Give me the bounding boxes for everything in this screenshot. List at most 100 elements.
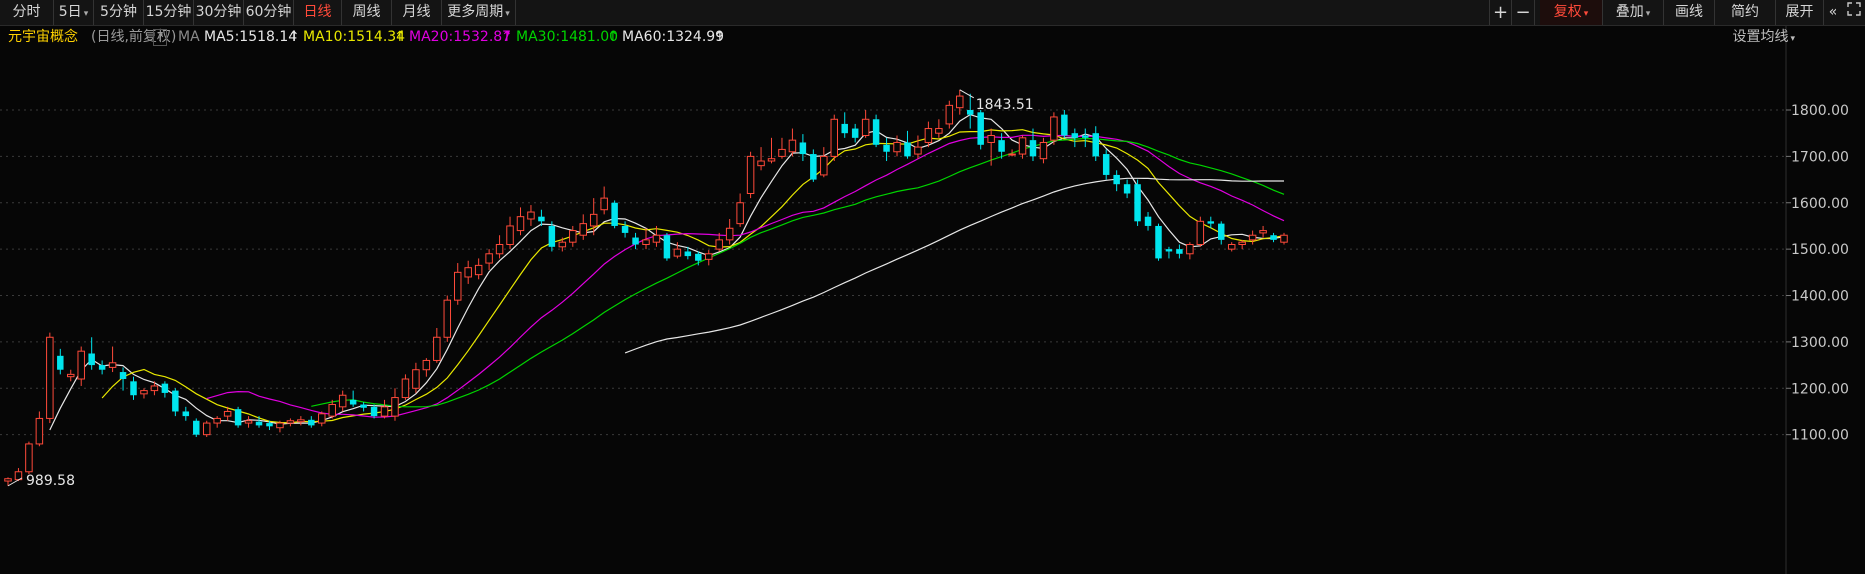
ma5-line: [49, 113, 1285, 431]
candle-body: [464, 267, 472, 278]
candle-body: [527, 211, 535, 220]
candle: [1039, 137, 1048, 164]
candle-body: [297, 419, 305, 423]
candle-body: [1227, 244, 1236, 250]
candle: [474, 258, 483, 280]
toolbar-button-2[interactable]: 画线: [1664, 0, 1715, 25]
candle: [1061, 110, 1068, 138]
candle-body: [872, 119, 880, 145]
candle: [746, 151, 755, 199]
candle-body: [193, 420, 200, 435]
candle: [757, 147, 765, 171]
candle-body: [1270, 235, 1277, 240]
toolbar-button-label: 叠加: [1615, 4, 1644, 20]
candle-body: [705, 253, 713, 260]
candle-body: [810, 154, 817, 180]
candle-body: [1176, 249, 1183, 254]
candle-body: [35, 417, 44, 445]
candle-body: [1144, 216, 1152, 226]
moving-average-lines: [49, 113, 1285, 431]
candle: [1029, 128, 1037, 162]
fullscreen-icon[interactable]: [1843, 0, 1865, 25]
candle-body: [150, 385, 159, 392]
candle: [1050, 112, 1058, 145]
toolbar-button-0[interactable]: 复权 ▾: [1540, 0, 1603, 25]
period-tab-6[interactable]: 日线: [294, 0, 342, 25]
candle: [1280, 232, 1288, 245]
candle-body: [841, 123, 848, 134]
candle-body: [579, 223, 587, 236]
y-tick-label: 1200.00: [1791, 381, 1849, 397]
candle: [360, 402, 367, 412]
candle: [1155, 223, 1162, 261]
toolbar-button-1[interactable]: 叠加 ▾: [1603, 0, 1664, 25]
candle-body: [893, 141, 901, 153]
y-tick-label: 1600.00: [1791, 196, 1849, 212]
double-chevron-left-icon[interactable]: «: [1824, 0, 1842, 25]
ma-label: MA: [178, 29, 200, 45]
period-tab-label: 60分钟: [245, 4, 292, 20]
toolbar-button-4[interactable]: 展开: [1776, 0, 1824, 25]
candle: [1218, 221, 1225, 245]
candle: [830, 114, 839, 162]
candle-body: [223, 410, 232, 417]
candle-body: [767, 158, 776, 162]
toolbar-button-label: 画线: [1675, 4, 1703, 20]
candle: [35, 411, 44, 447]
ma20-line: [206, 134, 1285, 418]
candle-body: [569, 230, 577, 243]
zoom-out-button[interactable]: −: [1512, 0, 1535, 25]
candle: [579, 214, 587, 240]
candle: [318, 411, 326, 427]
candle-body: [1165, 249, 1173, 252]
candle: [914, 135, 922, 159]
chevron-down-icon: ▾: [1583, 9, 1589, 19]
period-tab-8[interactable]: 月线: [392, 0, 442, 25]
period-tab-label: 更多周期: [447, 4, 504, 20]
y-tick-label: 1800.00: [1791, 103, 1849, 119]
candle-body: [474, 264, 483, 276]
candle: [98, 360, 106, 375]
ma-settings-button[interactable]: 设置均线 ▾: [1732, 26, 1795, 48]
candle-body: [380, 406, 389, 417]
index-name[interactable]: 元宇宙概念: [8, 26, 78, 48]
period-tab-3[interactable]: 15分钟: [144, 0, 194, 25]
candle: [338, 390, 347, 412]
candle: [485, 249, 493, 271]
period-tab-1[interactable]: 5日 ▾: [54, 0, 94, 25]
candle: [391, 388, 399, 421]
candle: [538, 209, 545, 226]
candle: [904, 130, 911, 159]
candle-body: [684, 251, 692, 257]
candle-body: [851, 128, 859, 138]
candle: [1259, 225, 1267, 238]
candle-body: [130, 381, 137, 396]
min-price-label: 989.58: [26, 473, 75, 489]
candle-body: [443, 299, 452, 338]
candle-body: [1196, 220, 1205, 246]
period-tab-5[interactable]: 60分钟: [244, 0, 294, 25]
candle-body: [642, 239, 650, 246]
candle: [663, 232, 671, 261]
candle: [1186, 242, 1194, 260]
kline-chart[interactable]: 1100.00 1200.00 1300.00 1400.00 1500.00 1600.…: [0, 0, 1865, 574]
candle: [46, 332, 54, 424]
toolbar-button-3[interactable]: 简约: [1715, 0, 1776, 25]
period-tab-9[interactable]: 更多周期 ▾: [442, 0, 516, 25]
candle-body: [77, 350, 85, 380]
candle-body: [422, 359, 431, 371]
candle-body: [516, 216, 525, 232]
candle: [1134, 179, 1141, 226]
candle: [433, 327, 441, 363]
period-tab-0[interactable]: 分时: [0, 0, 54, 25]
candle: [736, 193, 744, 227]
chevron-down-icon: ▾: [83, 9, 89, 19]
candle-body: [935, 128, 943, 134]
period-tab-2[interactable]: 5分钟: [94, 0, 144, 25]
help-icon[interactable]: ?: [153, 29, 168, 46]
candle-body: [360, 404, 367, 408]
period-tab-4[interactable]: 30分钟: [194, 0, 244, 25]
candle-body: [276, 422, 284, 429]
period-tab-7[interactable]: 周线: [342, 0, 392, 25]
zoom-in-button[interactable]: +: [1489, 0, 1512, 25]
